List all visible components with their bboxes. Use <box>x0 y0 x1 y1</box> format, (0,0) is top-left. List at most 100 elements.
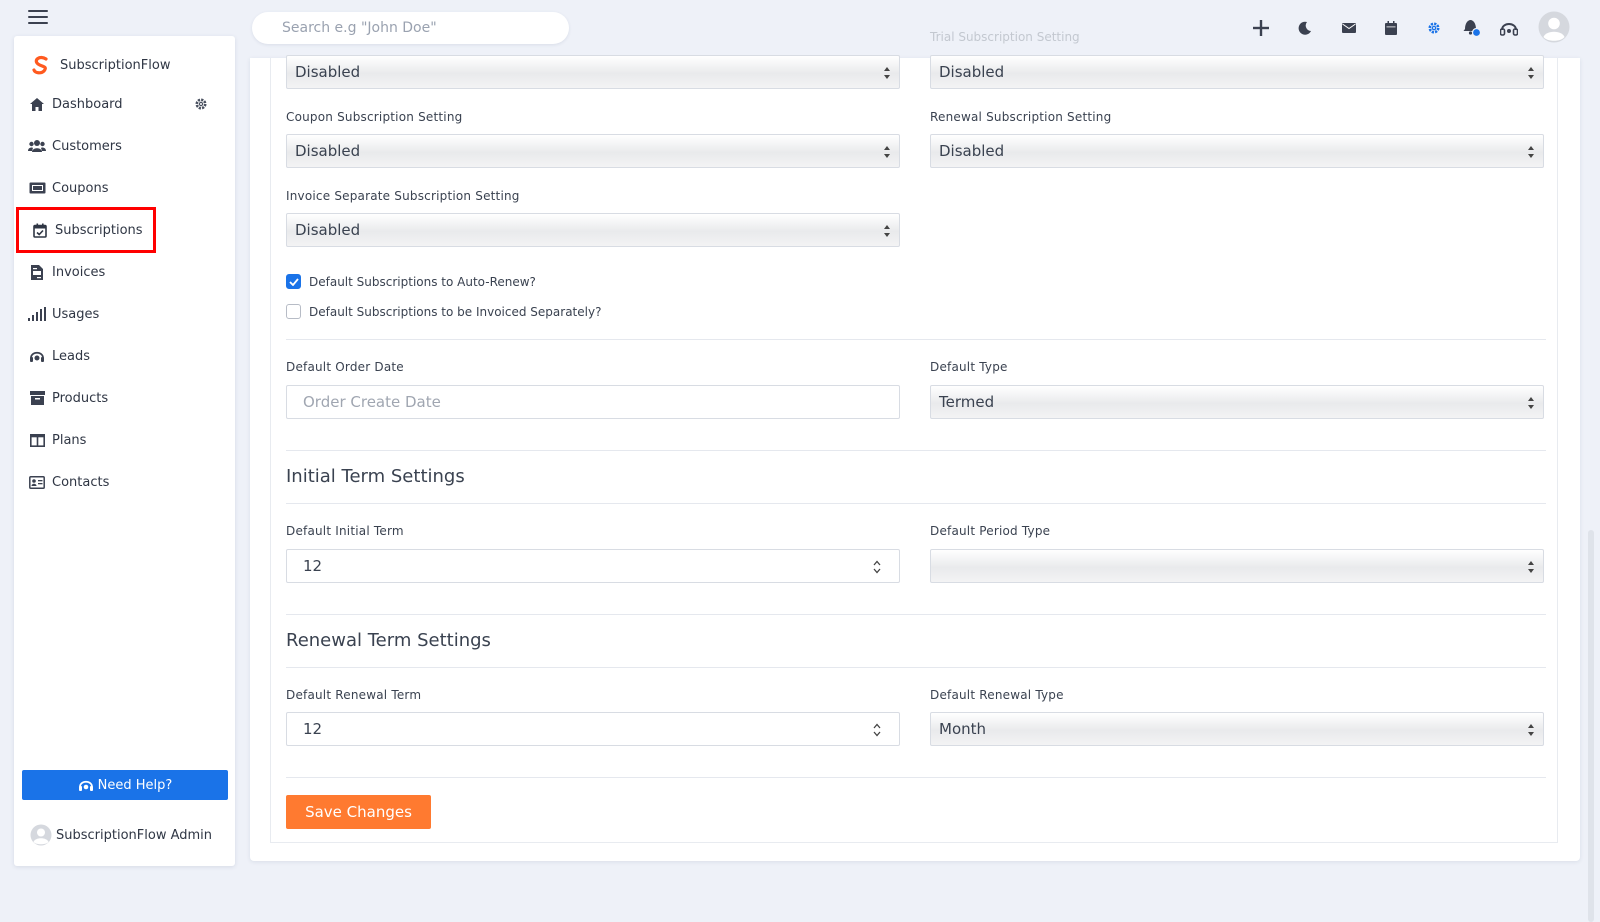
checkbox-label: Default Subscriptions to Auto-Renew? <box>309 274 536 289</box>
moon-icon[interactable] <box>1293 16 1317 40</box>
default-type-select[interactable]: Termed <box>930 385 1544 419</box>
initial-term-label: Default Initial Term <box>286 524 404 538</box>
headset-icon <box>28 347 46 365</box>
headset-icon <box>78 778 94 793</box>
renewal-type-label: Default Renewal Type <box>930 688 1064 702</box>
sidebar-item-dashboard[interactable]: Dashboard <box>28 92 123 116</box>
sidebar-item-label: Customers <box>52 138 122 154</box>
brand-name: SubscriptionFlow <box>60 57 171 73</box>
chevron-updown-icon <box>884 225 890 237</box>
invoice-separate-select[interactable]: Disabled <box>286 213 900 247</box>
sidebar-item-subscriptions[interactable]: Subscriptions <box>16 207 156 253</box>
divider <box>286 450 1546 451</box>
coupon-setting-select[interactable]: Disabled <box>286 134 900 168</box>
renewal-type-select[interactable]: Month <box>930 712 1544 746</box>
invoiced-separately-checkbox[interactable]: Default Subscriptions to be Invoiced Sep… <box>286 304 601 319</box>
trial-setting-label: Trial Subscription Setting <box>930 30 1080 44</box>
sidebar-item-label: Subscriptions <box>55 222 143 238</box>
renewal-term-label: Default Renewal Term <box>286 688 422 702</box>
divider <box>286 777 1546 778</box>
checkbox-unchecked-icon[interactable] <box>286 304 301 319</box>
search-input[interactable] <box>252 12 569 44</box>
sidebar-item-label: Coupons <box>52 180 109 196</box>
sidebar-item-products[interactable]: Products <box>28 386 108 410</box>
sidebar-item-leads[interactable]: Leads <box>28 344 90 368</box>
headset-icon[interactable] <box>1497 16 1521 40</box>
menu-toggle-icon[interactable] <box>28 10 48 26</box>
renewal-term-input[interactable]: 12 <box>286 712 900 746</box>
sidebar-item-usages[interactable]: Usages <box>28 302 99 326</box>
trial-subscription-select[interactable]: Disabled <box>286 55 900 89</box>
avatar[interactable] <box>1538 11 1570 43</box>
select-value: Termed <box>939 393 995 411</box>
sidebar-item-customers[interactable]: Customers <box>28 134 122 158</box>
chevron-updown-icon <box>884 146 890 158</box>
save-changes-button[interactable]: Save Changes <box>286 795 431 829</box>
user-profile[interactable]: SubscriptionFlow Admin <box>30 824 212 846</box>
dashboard-settings-gear-icon[interactable] <box>194 97 210 113</box>
need-help-label: Need Help? <box>97 777 173 793</box>
select-value: Disabled <box>295 221 361 239</box>
brand-logo[interactable]: SubscriptionFlow <box>30 54 170 76</box>
users-icon <box>28 137 46 155</box>
initial-term-input[interactable]: 12 <box>286 549 900 583</box>
page-scrollbar[interactable] <box>1588 530 1594 922</box>
number-stepper-icon[interactable] <box>873 559 881 575</box>
select-value: Disabled <box>939 63 1005 81</box>
input-placeholder: Order Create Date <box>303 393 441 411</box>
period-type-select[interactable] <box>930 549 1544 583</box>
invoice-separate-label: Invoice Separate Subscription Setting <box>286 189 520 203</box>
sidebar-item-label: Dashboard <box>52 96 123 112</box>
renewal-setting-select[interactable]: Disabled <box>930 134 1544 168</box>
need-help-button[interactable]: Need Help? <box>22 770 228 800</box>
home-icon <box>28 95 46 113</box>
trial-subscription-right-select[interactable]: Disabled <box>930 55 1544 89</box>
calendar-icon[interactable] <box>1379 16 1403 40</box>
input-value: 12 <box>303 720 323 738</box>
sidebar-item-coupons[interactable]: Coupons <box>28 176 109 200</box>
chevron-updown-icon <box>1528 561 1534 573</box>
select-value: Disabled <box>295 142 361 160</box>
sidebar-item-label: Leads <box>52 348 91 364</box>
signal-bars-icon <box>28 305 46 323</box>
calendar-check-icon <box>31 221 49 239</box>
chevron-updown-icon <box>884 67 890 79</box>
sidebar-item-contacts[interactable]: Contacts <box>28 470 109 494</box>
sidebar-item-label: Invoices <box>52 264 106 280</box>
auto-renew-checkbox[interactable]: Default Subscriptions to Auto-Renew? <box>286 274 536 289</box>
gear-icon[interactable] <box>1422 16 1446 40</box>
divider <box>286 667 1546 668</box>
archive-box-icon <box>28 389 46 407</box>
chevron-updown-icon <box>1528 724 1534 736</box>
user-name: SubscriptionFlow Admin <box>56 827 213 843</box>
ticket-icon <box>28 179 46 197</box>
bell-icon[interactable] <box>1460 16 1484 40</box>
sidebar-item-plans[interactable]: Plans <box>28 428 86 452</box>
sidebar-item-label: Plans <box>52 432 87 448</box>
chevron-updown-icon <box>1528 146 1534 158</box>
divider <box>286 614 1546 615</box>
checkbox-checked-icon[interactable] <box>286 274 301 289</box>
initial-term-heading: Initial Term Settings <box>286 466 465 487</box>
divider <box>286 339 1546 340</box>
divider <box>286 503 1546 504</box>
order-date-input[interactable]: Order Create Date <box>286 385 900 419</box>
chevron-updown-icon <box>1528 397 1534 409</box>
sidebar-item-label: Usages <box>52 306 100 322</box>
sidebar-item-invoices[interactable]: Invoices <box>28 260 105 284</box>
select-value: Disabled <box>939 142 1005 160</box>
plus-icon[interactable] <box>1249 16 1273 40</box>
renewal-term-heading: Renewal Term Settings <box>286 630 491 651</box>
chevron-updown-icon <box>1528 67 1534 79</box>
subscriptionflow-logo-icon <box>32 55 48 75</box>
envelope-icon[interactable] <box>1337 16 1361 40</box>
sidebar-item-label: Products <box>52 390 109 406</box>
select-value: Month <box>939 720 987 738</box>
user-avatar-icon <box>30 824 52 846</box>
select-value: Disabled <box>295 63 361 81</box>
renewal-setting-label: Renewal Subscription Setting <box>930 110 1112 124</box>
coupon-setting-label: Coupon Subscription Setting <box>286 110 463 124</box>
contact-card-icon <box>28 473 46 491</box>
number-stepper-icon[interactable] <box>873 722 881 738</box>
period-type-label: Default Period Type <box>930 524 1051 538</box>
